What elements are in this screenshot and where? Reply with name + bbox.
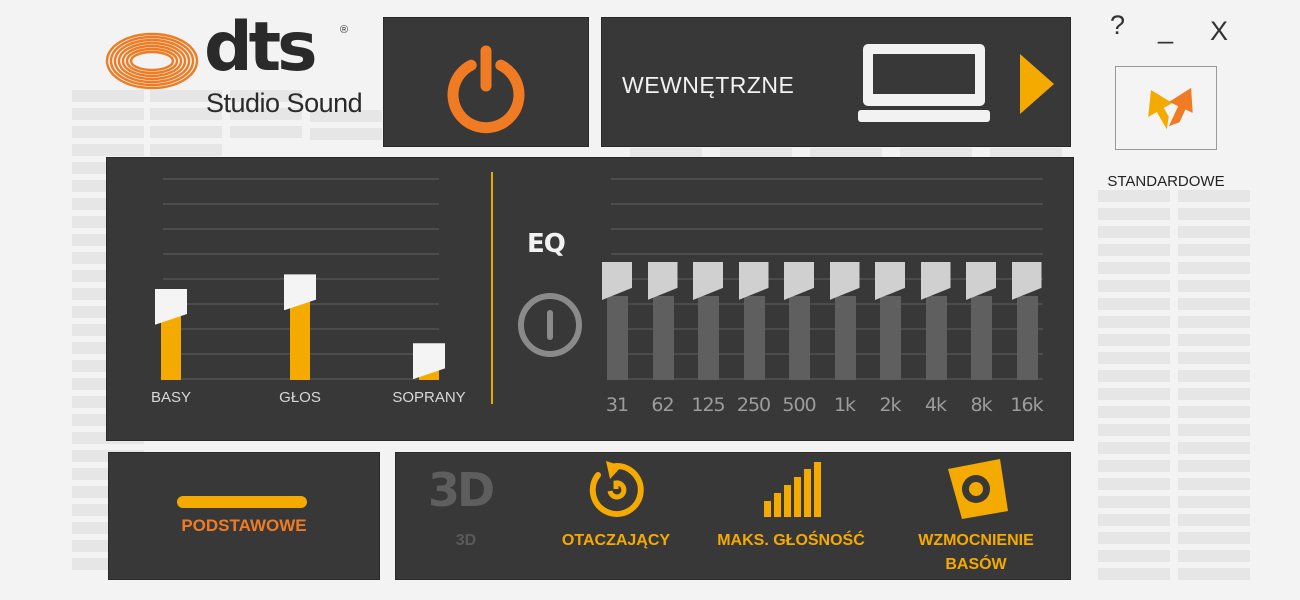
eq-band-thumb[interactable]: [829, 262, 860, 300]
close-button[interactable]: X: [1210, 16, 1228, 47]
grid-line: [611, 203, 1043, 205]
effect-surround-label: OTACZAJĄCY: [561, 532, 671, 549]
eq-band-track: [743, 296, 765, 380]
tone-slider-label: GŁOS: [279, 389, 321, 406]
eq-band-thumb[interactable]: [1011, 262, 1042, 300]
basic-mode-button[interactable]: PODSTAWOWE: [108, 452, 380, 580]
eq-title: EQ: [527, 229, 566, 259]
grid-line: [163, 228, 439, 230]
registered-mark: ®: [340, 24, 349, 36]
eq-band-label: 16k: [1010, 394, 1043, 416]
effect-3d-label: 3D: [455, 532, 477, 549]
power-button[interactable]: [383, 17, 589, 147]
minimize-button[interactable]: _: [1158, 14, 1173, 45]
eq-band-track: [607, 296, 628, 380]
eq-band-thumb[interactable]: [647, 262, 678, 300]
eq-band-track: [880, 296, 901, 380]
effect-bass-boost-label: WZMOCNIENIE BASÓW: [918, 532, 1034, 573]
grid-line: [611, 178, 1043, 180]
power-icon: [447, 45, 525, 134]
effect-bass-boost-button[interactable]: WZMOCNIENIE BASÓW: [896, 453, 1056, 579]
effect-max-volume-button[interactable]: MAKS. GŁOŚNOŚĆ: [696, 453, 886, 579]
dts-wordmark: dts: [204, 8, 318, 87]
arrow-right-icon[interactable]: [1016, 52, 1056, 116]
surround-icon: [589, 461, 644, 517]
eq-band-thumb[interactable]: [738, 262, 769, 300]
equalizer-panel: BASY GŁOS SOPRANY EQ 31 62 125 250 500 1k 2k 4k 8k…: [106, 157, 1074, 441]
speaker-icon: [948, 459, 1008, 519]
grid-line: [163, 178, 439, 180]
eq-band-track: [1016, 296, 1038, 380]
grid-line: [163, 203, 439, 205]
logo-subtitle: Studio Sound: [206, 88, 363, 118]
output-device-selector[interactable]: WEWNĘTRZNE: [601, 17, 1071, 147]
reset-arrows-icon: [1148, 87, 1193, 130]
eq-band-thumb[interactable]: [693, 262, 723, 300]
eq-band-track: [834, 296, 856, 380]
restore-defaults-label: STANDARDOWE: [1107, 173, 1225, 190]
grid-line: [163, 253, 439, 255]
restore-defaults-button[interactable]: [1115, 66, 1217, 150]
section-divider: [491, 172, 493, 404]
eq-band-thumb[interactable]: [784, 262, 814, 300]
eq-band-thumb[interactable]: [875, 262, 905, 300]
help-button[interactable]: ?: [1110, 10, 1125, 41]
eq-band-thumb[interactable]: [602, 262, 632, 300]
eq-band-track: [925, 296, 947, 380]
effect-max-volume-label: MAKS. GŁOŚNOŚĆ: [717, 532, 865, 549]
eq-band-thumb[interactable]: [966, 262, 996, 300]
eq-band-track: [789, 296, 810, 380]
effect-surround-button[interactable]: OTACZAJĄCY: [546, 453, 686, 579]
dts-logo: dts ® Studio Sound: [104, 8, 374, 124]
eq-band-track: [652, 296, 674, 380]
tone-slider-label: BASY: [150, 389, 192, 406]
grid-line: [611, 253, 1043, 255]
power-toggle-icon[interactable]: [515, 290, 585, 360]
output-device-label: WEWNĘTRZNE: [622, 72, 795, 98]
eq-band-track: [698, 296, 719, 380]
eq-band-thumb[interactable]: [920, 262, 951, 300]
tone-slider-label: SOPRANY: [392, 389, 466, 406]
volume-bars-icon: [764, 462, 821, 517]
basic-mode-indicator: [177, 496, 307, 508]
laptop-icon: [858, 44, 990, 122]
basic-mode-label: PODSTAWOWE: [181, 516, 307, 535]
window-controls: ? _ X: [1100, 10, 1240, 50]
effects-panel: 3D 3D OTACZAJĄCY MAKS. GŁOŚNOŚĆ WZMOCNIE…: [395, 452, 1071, 580]
grid-line: [611, 228, 1043, 230]
eq-band-track: [971, 296, 992, 380]
dts-rings-icon: [105, 32, 199, 90]
3d-icon: 3D: [428, 463, 495, 517]
effect-3d-button[interactable]: 3D 3D: [416, 453, 516, 579]
